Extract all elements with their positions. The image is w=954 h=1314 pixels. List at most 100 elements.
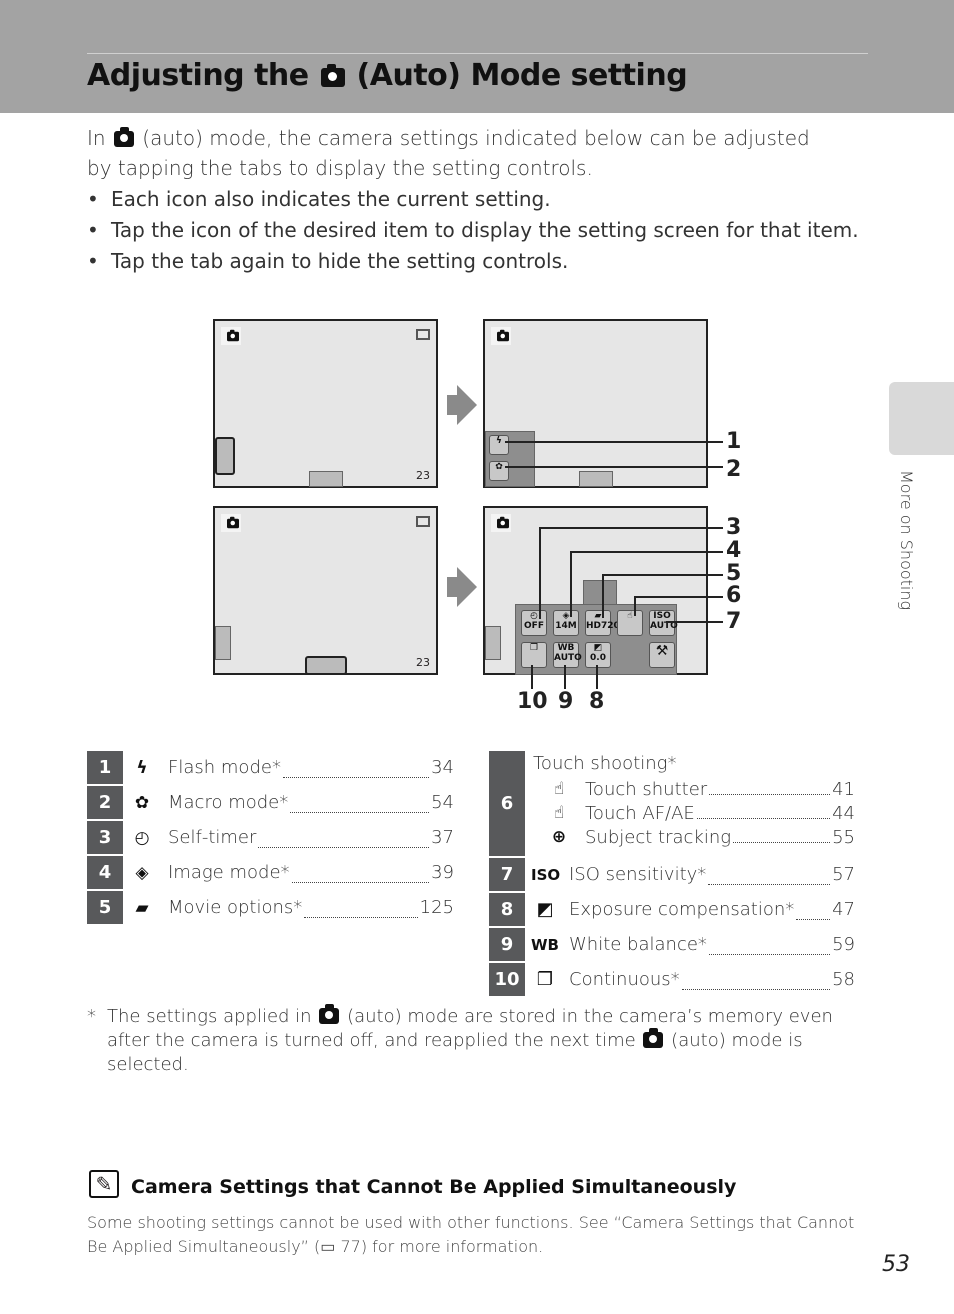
intro-paragraph: In (auto) mode, the camera settings indi… (87, 123, 827, 183)
row-label: Continuous* (569, 969, 680, 990)
bullet-item: Each icon also indicates the current set… (87, 184, 859, 215)
row-page[interactable]: 44 (832, 803, 855, 824)
arrow-icon (457, 385, 477, 425)
note-title: Camera Settings that Cannot Be Applied S… (131, 1176, 737, 1198)
row-page[interactable]: 125 (420, 897, 454, 918)
callout-line (505, 466, 723, 468)
flash-button[interactable]: ϟ (489, 435, 509, 455)
left-tab[interactable] (215, 626, 231, 660)
row-label: Subject tracking (585, 826, 732, 848)
camera-icon (643, 1028, 664, 1048)
table-row: ◈ Image mode* 39 (128, 856, 454, 889)
row-label: Flash mode* (168, 757, 281, 778)
exposure-button[interactable]: ◩ 0.0 (585, 642, 611, 668)
bottom-tab[interactable] (305, 656, 347, 675)
camera-icon (113, 127, 134, 147)
movie-button[interactable]: ▰ HD720 (585, 610, 620, 636)
callout-line (602, 574, 723, 576)
row-page[interactable]: 34 (431, 757, 454, 778)
table-row: ISO ISO sensitivity* 57 (531, 858, 855, 891)
table-row: ☝ Touch shutter 41 (545, 777, 855, 801)
bullet-item: Tap the tab again to hide the setting co… (87, 246, 859, 277)
shots-counter: 23 (416, 469, 430, 482)
callout-line (505, 441, 723, 443)
row-page[interactable]: 57 (832, 864, 855, 885)
row-number: 10 (489, 963, 525, 996)
row-page[interactable]: 37 (431, 827, 454, 848)
row-page[interactable]: 58 (832, 969, 855, 990)
footnote-text: The settings applied in (107, 1006, 312, 1027)
row-label: Touch shooting* (533, 752, 677, 774)
header-rule (87, 53, 868, 54)
title-text: (Auto) Mode setting (356, 58, 688, 93)
row-page[interactable]: 39 (431, 862, 454, 883)
row-page[interactable]: 59 (832, 934, 855, 955)
subject-tracking-icon: ⊕ (551, 827, 567, 847)
bottom-tab[interactable] (579, 471, 613, 487)
callout-line (602, 574, 604, 618)
touch-shutter-icon: ☝ (553, 779, 565, 799)
callout-line (564, 665, 566, 689)
row-number: 3 (87, 821, 123, 854)
row-page[interactable]: 55 (832, 827, 855, 848)
bottom-tab[interactable] (309, 471, 343, 487)
arrow-icon (457, 567, 477, 607)
row-page[interactable]: 41 (832, 779, 855, 800)
self-timer-icon: ◴ (134, 827, 150, 848)
page-number: 53 (882, 1252, 910, 1277)
footnote: * The settings applied in (auto) mode ar… (87, 1004, 867, 1077)
shots-counter: 23 (416, 656, 430, 669)
macro-icon: ✿ (134, 792, 150, 813)
page-header: Adjusting the (Auto) Mode setting (0, 0, 954, 113)
callout-10: 10 (517, 689, 548, 714)
table-row: ◩ Exposure compensation* 47 (531, 893, 855, 926)
continuous-button[interactable]: ❐ (521, 642, 547, 668)
row-label: Self-timer (168, 827, 257, 848)
iso-icon: ISO (531, 865, 561, 884)
row-number: 7 (489, 858, 525, 891)
page-reference-link[interactable]: 77) for more information. (340, 1237, 543, 1256)
camera-mode-icon (491, 327, 511, 345)
page-title: Adjusting the (Auto) Mode setting (87, 58, 688, 93)
camera-icon (320, 64, 345, 87)
row-label: Movie options* (168, 897, 303, 918)
intro-text: (auto) mode, the camera settings indicat… (87, 126, 810, 180)
callout-1: 1 (726, 429, 742, 454)
setup-wrench-button[interactable]: ⚒ (649, 642, 675, 668)
row-label: Macro mode* (168, 792, 289, 813)
touch-shooting-button[interactable]: ☝ (617, 610, 643, 636)
panel-tab[interactable] (583, 580, 617, 606)
table-row: WB White balance* 59 (531, 928, 855, 961)
screen-2: ϟ ✿ (483, 319, 708, 488)
row-number: 9 (489, 928, 525, 961)
movie-icon: ▰ (135, 897, 149, 918)
white-balance-icon: WB (531, 935, 559, 954)
table-row: ⊕ Subject tracking 55 (545, 825, 855, 849)
section-tab (889, 382, 954, 455)
self-timer-button[interactable]: ◴ OFF (521, 610, 547, 636)
callout-line (531, 665, 533, 689)
table-row: ❐ Continuous* 58 (531, 963, 855, 996)
image-mode-button[interactable]: ◈ 14M (553, 610, 579, 636)
callout-3: 3 (726, 515, 742, 540)
camera-mode-icon (221, 514, 241, 532)
left-tab[interactable] (485, 626, 501, 660)
camera-icon (319, 1004, 340, 1024)
screen-1: 23 (213, 319, 438, 488)
bullet-item: Tap the icon of the desired item to disp… (87, 215, 859, 246)
left-tab[interactable] (215, 437, 235, 475)
white-balance-button[interactable]: WB AUTO (553, 642, 582, 668)
row-page[interactable]: 47 (832, 899, 855, 920)
iso-button[interactable]: ISO AUTO (649, 610, 678, 636)
callout-4: 4 (726, 538, 742, 563)
bullet-list: Each icon also indicates the current set… (87, 184, 859, 277)
image-mode-icon: ◈ (135, 862, 149, 883)
row-number: 4 (87, 856, 123, 889)
row-number: 5 (87, 891, 123, 924)
row-page[interactable]: 54 (431, 792, 454, 813)
table-row: ☝ Touch AF/AE 44 (545, 801, 855, 825)
battery-icon (416, 516, 430, 527)
row-label: Image mode* (168, 862, 290, 883)
macro-button[interactable]: ✿ (489, 461, 509, 481)
battery-icon (416, 329, 430, 340)
